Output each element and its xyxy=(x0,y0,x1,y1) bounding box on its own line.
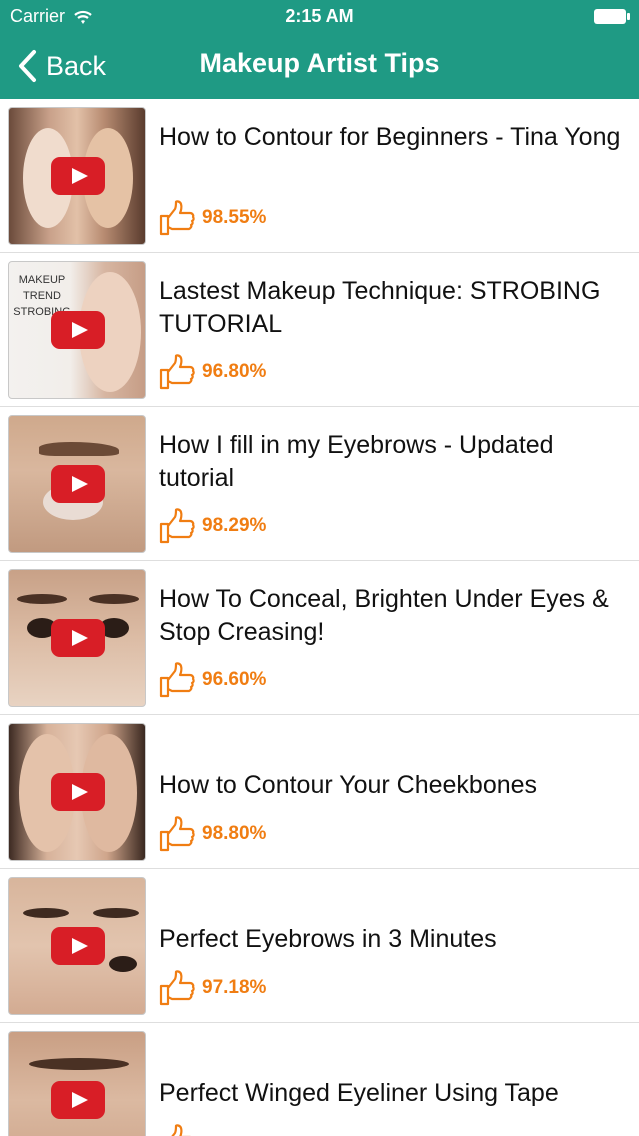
rating-value: 97.18% xyxy=(202,977,267,998)
thumbs-up-icon xyxy=(159,200,195,236)
rating-value: 98.80% xyxy=(202,823,267,844)
list-item[interactable]: How to Contour Your Cheekbones 98.80% xyxy=(0,715,639,869)
header: Carrier 2:15 AM Back Makeup Artist Tips xyxy=(0,0,639,99)
thumbs-up-icon xyxy=(159,508,195,544)
video-title[interactable]: How I fill in my Eyebrows - Updated tuto… xyxy=(159,429,621,495)
rating xyxy=(158,1123,202,1136)
rating: 98.80% xyxy=(158,815,266,853)
video-title[interactable]: Lastest Makeup Technique: STROBING TUTOR… xyxy=(159,275,621,341)
play-button[interactable] xyxy=(51,157,105,195)
thumbs-up-icon xyxy=(171,1124,191,1136)
thumbs-up-icon xyxy=(159,354,195,390)
video-thumbnail[interactable] xyxy=(8,107,146,245)
list-item[interactable]: How to Contour for Beginners - Tina Yong… xyxy=(0,99,639,253)
play-button[interactable] xyxy=(51,927,105,965)
play-button[interactable] xyxy=(51,619,105,657)
rating: 98.55% xyxy=(158,199,266,237)
list-item[interactable]: Perfect Winged Eyeliner Using Tape xyxy=(0,1023,639,1136)
video-thumbnail[interactable]: MAKEUP TREND STROBING xyxy=(8,261,146,399)
play-button[interactable] xyxy=(51,1081,105,1119)
thumbs-up-icon xyxy=(159,970,195,1006)
video-thumbnail[interactable] xyxy=(8,415,146,553)
video-thumbnail[interactable] xyxy=(8,569,146,707)
rating-value: 98.29% xyxy=(202,515,267,536)
battery-icon xyxy=(594,9,630,24)
video-title[interactable]: How to Contour for Beginners - Tina Yong xyxy=(159,121,621,154)
page-title: Makeup Artist Tips xyxy=(199,48,440,78)
video-title[interactable]: Perfect Winged Eyeliner Using Tape xyxy=(159,1077,621,1110)
nav-bar: Back Makeup Artist Tips xyxy=(0,34,639,99)
thumbs-up-icon xyxy=(159,662,195,698)
play-button[interactable] xyxy=(51,311,105,349)
list-item[interactable]: MAKEUP TREND STROBING Lastest Makeup Tec… xyxy=(0,253,639,407)
rating-value: 96.60% xyxy=(202,669,267,690)
rating: 97.18% xyxy=(158,969,266,1007)
list-item[interactable]: Perfect Eyebrows in 3 Minutes 97.18% xyxy=(0,869,639,1023)
status-bar: Carrier 2:15 AM xyxy=(0,0,639,34)
status-time: 2:15 AM xyxy=(285,6,354,26)
rating-value: 98.55% xyxy=(202,207,267,228)
play-button[interactable] xyxy=(51,465,105,503)
rating-value: 96.80% xyxy=(202,361,267,382)
rating: 96.60% xyxy=(158,661,266,699)
video-thumbnail[interactable] xyxy=(8,877,146,1015)
video-title[interactable]: How to Contour Your Cheekbones xyxy=(159,769,621,802)
thumbs-up-icon xyxy=(159,816,195,852)
video-thumbnail[interactable] xyxy=(8,1031,146,1136)
video-thumbnail[interactable] xyxy=(8,723,146,861)
play-button[interactable] xyxy=(51,773,105,811)
video-title[interactable]: Perfect Eyebrows in 3 Minutes xyxy=(159,923,621,956)
rating: 96.80% xyxy=(158,353,266,391)
video-list: How to Contour for Beginners - Tina Yong… xyxy=(0,99,639,1136)
rating: 98.29% xyxy=(158,507,266,545)
list-item[interactable]: How I fill in my Eyebrows - Updated tuto… xyxy=(0,407,639,561)
video-title[interactable]: How To Conceal, Brighten Under Eyes & St… xyxy=(159,583,621,649)
list-item[interactable]: How To Conceal, Brighten Under Eyes & St… xyxy=(0,561,639,715)
